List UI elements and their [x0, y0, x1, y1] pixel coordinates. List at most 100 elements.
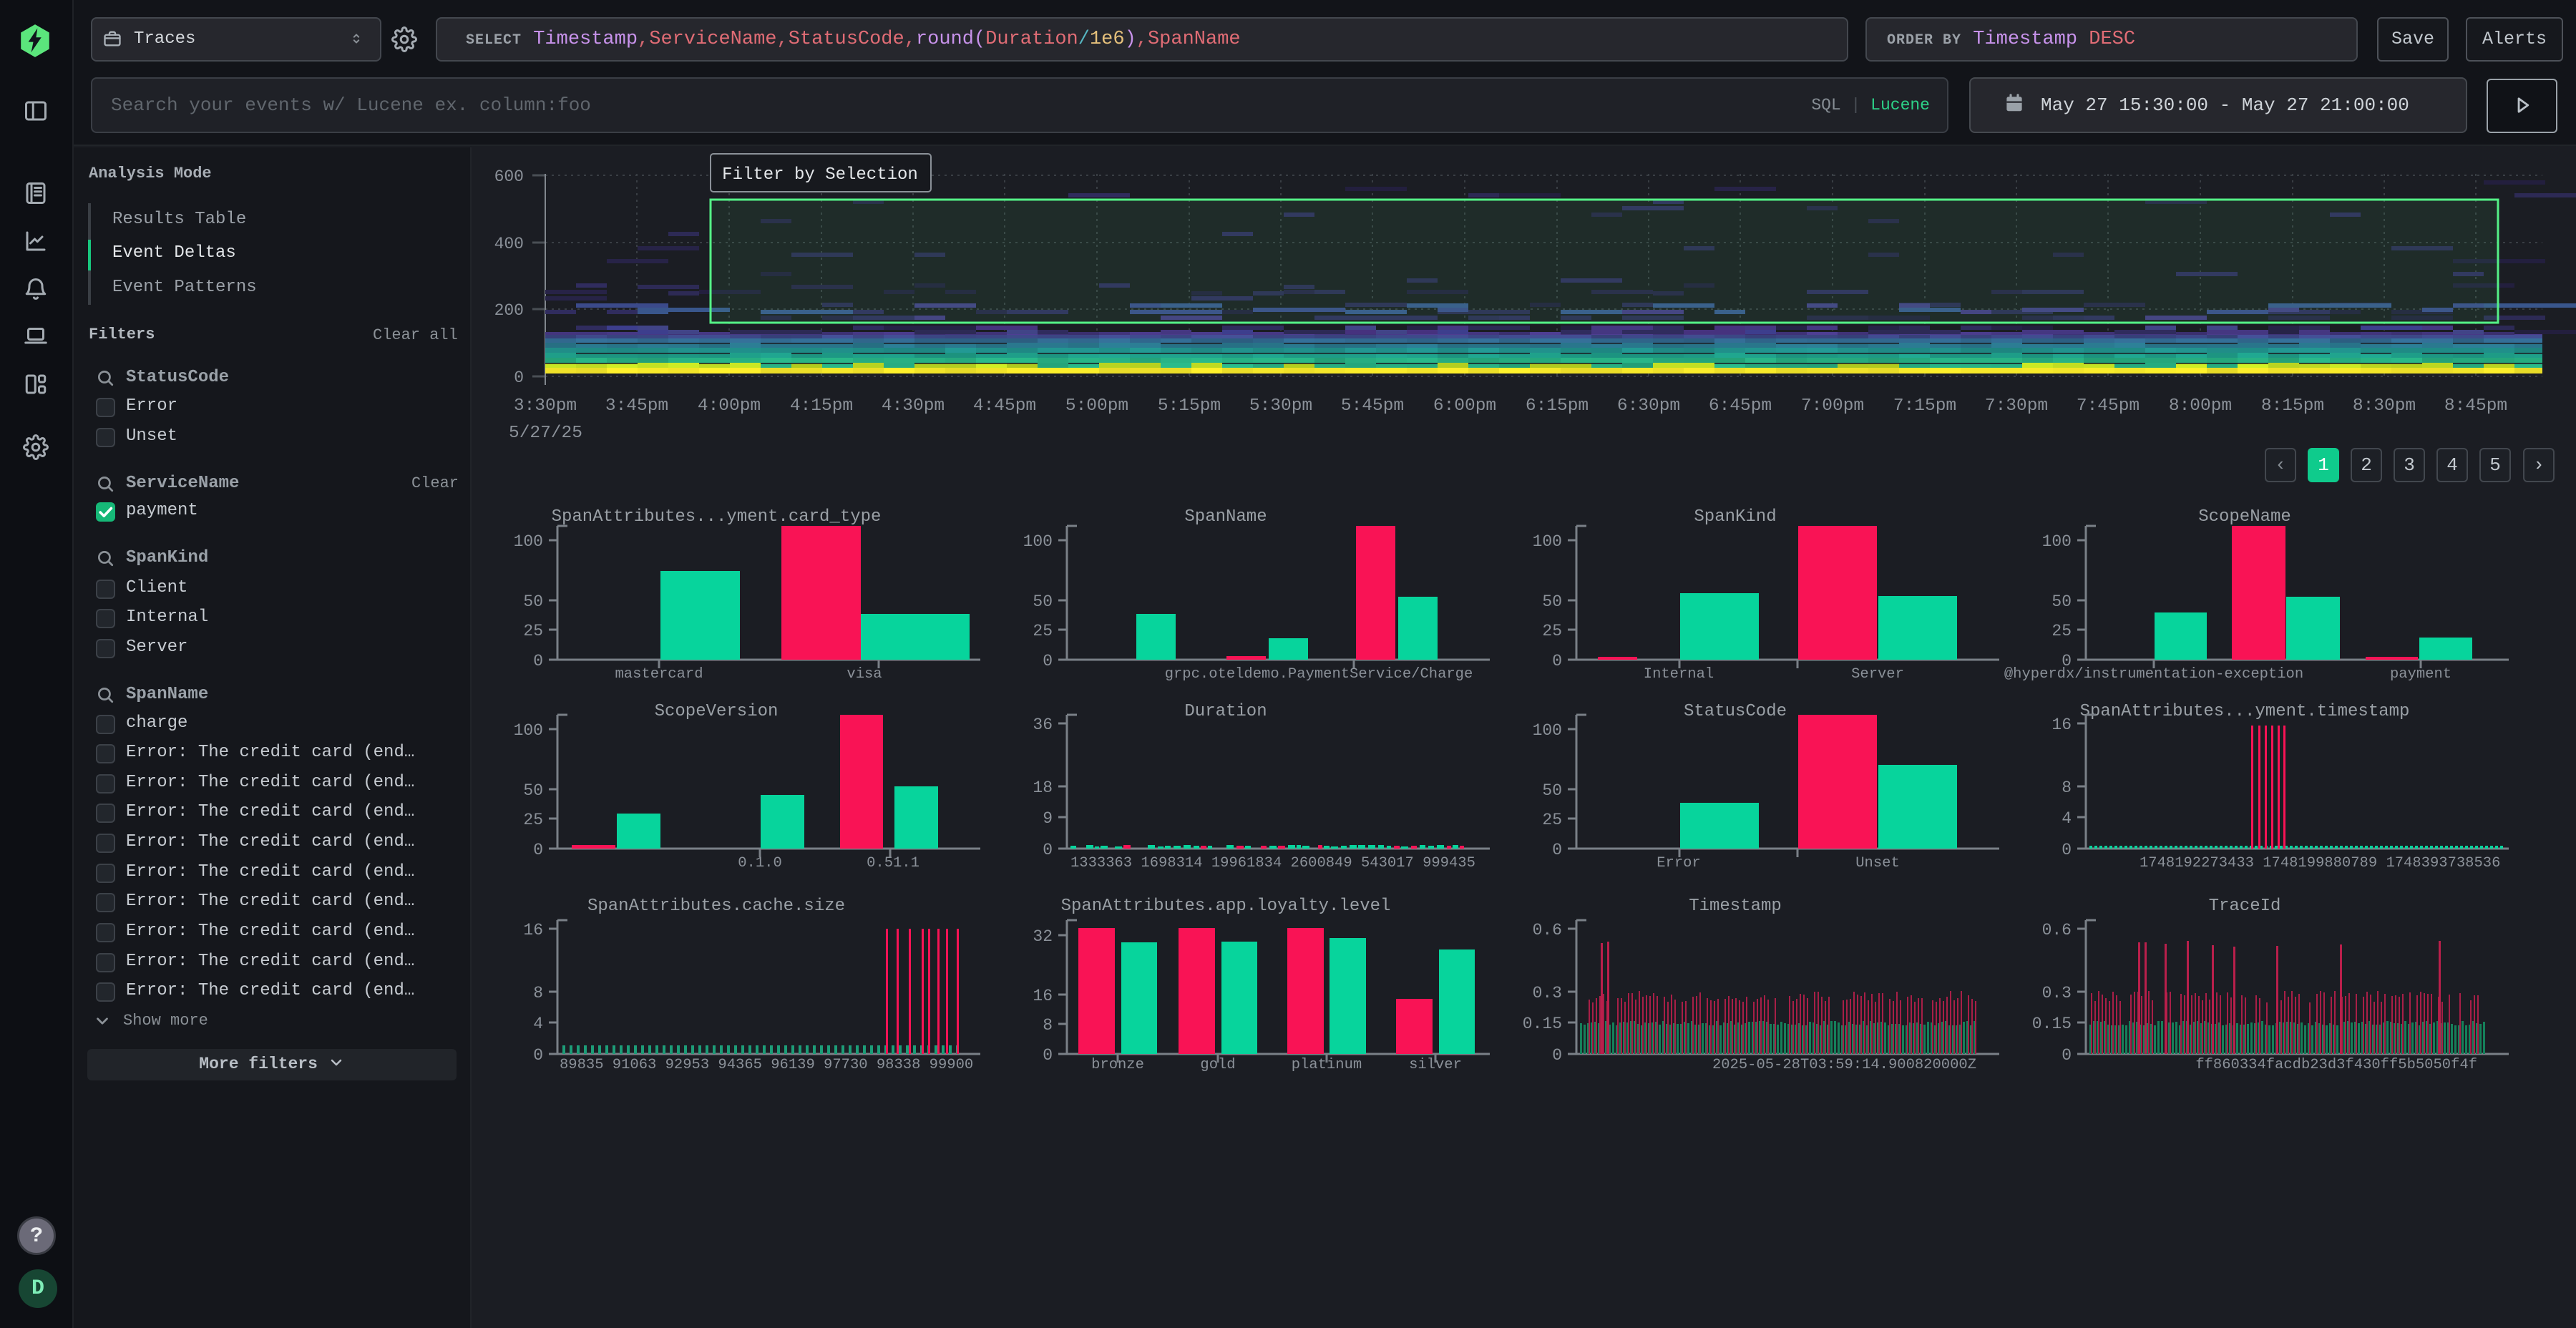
- svg-text:0.15: 0.15: [1523, 1015, 1562, 1033]
- svg-text:bronze: bronze: [1091, 1057, 1144, 1073]
- svg-text:100: 100: [2042, 532, 2072, 551]
- svg-text:ScopeName: ScopeName: [2198, 507, 2291, 527]
- svg-text:25: 25: [1542, 622, 1562, 640]
- svg-text:6:15pm: 6:15pm: [1526, 396, 1589, 416]
- svg-text:5:00pm: 5:00pm: [1065, 396, 1128, 416]
- svg-text:4:15pm: 4:15pm: [790, 396, 853, 416]
- svg-text:SpanAttributes...yment.card_ty: SpanAttributes...yment.card_type: [552, 507, 882, 527]
- svg-text:100: 100: [1533, 721, 1562, 740]
- svg-text:0.6: 0.6: [1533, 921, 1562, 939]
- svg-text:0: 0: [533, 652, 543, 670]
- svg-text:8:30pm: 8:30pm: [2353, 396, 2416, 416]
- svg-text:600: 600: [494, 167, 524, 186]
- svg-text:SpanKind: SpanKind: [1694, 507, 1776, 527]
- svg-text:platinum: platinum: [1292, 1057, 1362, 1073]
- svg-text:4: 4: [2062, 809, 2072, 828]
- svg-text:ff860334facdb23d3f430ff5b5050f: ff860334facdb23d3f430ff5b5050f4f: [2195, 1057, 2477, 1073]
- svg-text:4: 4: [533, 1015, 543, 1033]
- svg-text:4:30pm: 4:30pm: [882, 396, 945, 416]
- svg-text:SpanName: SpanName: [1184, 507, 1267, 527]
- svg-text:3:45pm: 3:45pm: [605, 396, 668, 416]
- svg-text:0: 0: [2062, 1046, 2072, 1065]
- svg-text:6:00pm: 6:00pm: [1433, 396, 1496, 416]
- svg-text:payment: payment: [2390, 666, 2451, 683]
- svg-text:8:45pm: 8:45pm: [2444, 396, 2507, 416]
- svg-text:50: 50: [1033, 592, 1053, 611]
- svg-text:7:45pm: 7:45pm: [2077, 396, 2140, 416]
- svg-text:50: 50: [1542, 592, 1562, 611]
- svg-text:100: 100: [1533, 532, 1562, 551]
- svg-text:4:00pm: 4:00pm: [698, 396, 761, 416]
- svg-text:16: 16: [1033, 987, 1053, 1005]
- svg-text:25: 25: [2051, 622, 2072, 640]
- svg-text:SpanAttributes.cache.size: SpanAttributes.cache.size: [587, 897, 845, 916]
- svg-text:0: 0: [1043, 841, 1053, 859]
- svg-text:50: 50: [523, 781, 543, 800]
- svg-text:7:15pm: 7:15pm: [1893, 396, 1956, 416]
- svg-text:@hyperdx/instrumentation-excep: @hyperdx/instrumentation-exception: [2004, 666, 2303, 683]
- svg-text:Internal: Internal: [1644, 666, 1714, 683]
- svg-text:4:45pm: 4:45pm: [973, 396, 1036, 416]
- svg-text:0: 0: [1552, 1046, 1562, 1065]
- svg-text:5:30pm: 5:30pm: [1249, 396, 1312, 416]
- svg-text:16: 16: [2051, 716, 2072, 734]
- svg-text:1748192273433 1748199880789 17: 1748192273433 1748199880789 174839373853…: [2140, 855, 2500, 872]
- svg-text:25: 25: [523, 811, 543, 829]
- svg-text:8:15pm: 8:15pm: [2261, 396, 2324, 416]
- svg-text:Filter by Selection: Filter by Selection: [722, 165, 918, 185]
- svg-text:7:30pm: 7:30pm: [1985, 396, 2048, 416]
- svg-text:1333363 1698314 19961834 26008: 1333363 1698314 19961834 2600849 543017 …: [1070, 855, 1475, 872]
- svg-text:8: 8: [2062, 778, 2072, 797]
- svg-text:25: 25: [1542, 811, 1562, 829]
- svg-text:18: 18: [1033, 778, 1053, 797]
- svg-text:5:15pm: 5:15pm: [1158, 396, 1221, 416]
- svg-text:0.6: 0.6: [2042, 921, 2072, 939]
- svg-text:16: 16: [523, 921, 543, 939]
- svg-text:0.15: 0.15: [2032, 1015, 2072, 1033]
- svg-text:TraceId: TraceId: [2209, 897, 2281, 916]
- svg-text:mastercard: mastercard: [615, 666, 703, 683]
- svg-text:100: 100: [514, 532, 543, 551]
- svg-text:0.51.1: 0.51.1: [867, 855, 919, 872]
- svg-text:5/27/25: 5/27/25: [509, 424, 582, 443]
- svg-text:100: 100: [1023, 532, 1053, 551]
- svg-text:Unset: Unset: [1855, 855, 1900, 872]
- svg-text:8:00pm: 8:00pm: [2169, 396, 2232, 416]
- svg-text:8: 8: [1043, 1016, 1053, 1035]
- svg-text:visa: visa: [847, 666, 882, 683]
- svg-text:0: 0: [1043, 1046, 1053, 1065]
- svg-text:grpc.oteldemo.PaymentService/C: grpc.oteldemo.PaymentService/Charge: [1165, 666, 1473, 683]
- svg-text:silver: silver: [1409, 1057, 1462, 1073]
- svg-text:0: 0: [2062, 841, 2072, 859]
- svg-text:50: 50: [523, 592, 543, 611]
- svg-text:gold: gold: [1200, 1057, 1235, 1073]
- svg-text:0.3: 0.3: [1533, 984, 1562, 1002]
- svg-text:ScopeVersion: ScopeVersion: [655, 702, 779, 721]
- svg-text:3:30pm: 3:30pm: [514, 396, 577, 416]
- svg-text:32: 32: [1033, 927, 1053, 946]
- svg-text:0: 0: [533, 1046, 543, 1065]
- svg-text:0: 0: [1552, 841, 1562, 859]
- svg-text:50: 50: [1542, 781, 1562, 800]
- svg-text:0.3: 0.3: [2042, 984, 2072, 1002]
- svg-text:100: 100: [514, 721, 543, 740]
- svg-text:9: 9: [1043, 809, 1053, 828]
- svg-text:0: 0: [1043, 652, 1053, 670]
- svg-text:7:00pm: 7:00pm: [1801, 396, 1864, 416]
- svg-text:8: 8: [533, 984, 543, 1002]
- svg-text:Timestamp: Timestamp: [1689, 897, 1782, 916]
- svg-text:6:30pm: 6:30pm: [1617, 396, 1680, 416]
- svg-text:400: 400: [494, 235, 524, 253]
- svg-text:6:45pm: 6:45pm: [1709, 396, 1772, 416]
- svg-text:SpanAttributes.app.loyalty.lev: SpanAttributes.app.loyalty.level: [1061, 897, 1391, 916]
- svg-text:0: 0: [1552, 652, 1562, 670]
- svg-text:0: 0: [514, 368, 524, 387]
- svg-text:25: 25: [1033, 622, 1053, 640]
- svg-text:89835 91063 92953 94365 96139: 89835 91063 92953 94365 96139 97730 9833…: [560, 1057, 973, 1073]
- svg-text:0.1.0: 0.1.0: [738, 855, 782, 872]
- svg-text:SpanAttributes...yment.timesta: SpanAttributes...yment.timestamp: [2080, 702, 2410, 721]
- svg-text:50: 50: [2051, 592, 2072, 611]
- svg-text:Error: Error: [1657, 855, 1701, 872]
- svg-text:2025-05-28T03:59:14.900820000Z: 2025-05-28T03:59:14.900820000Z: [1712, 1057, 1976, 1073]
- svg-text:Duration: Duration: [1184, 702, 1267, 721]
